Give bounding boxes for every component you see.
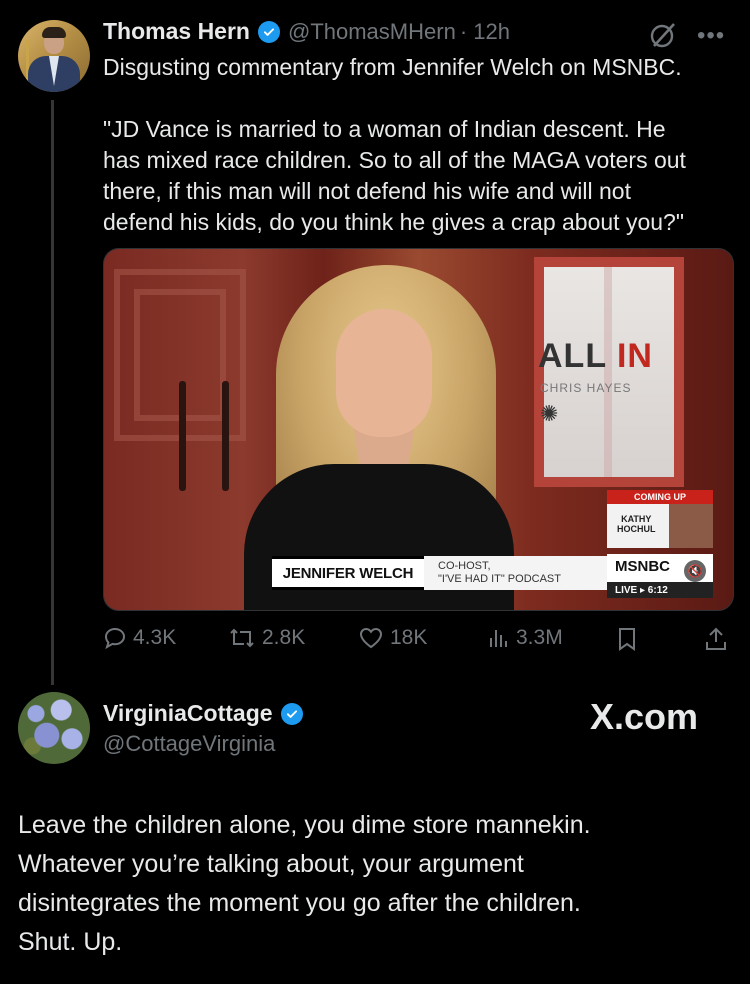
show-logo: ALL IN (538, 337, 653, 375)
video-player[interactable]: ALL IN CHRIS HAYES ✺ JENNIFER WELCH CO-H… (103, 248, 734, 611)
tweet-text: Disgusting commentary from Jennifer Welc… (103, 54, 682, 80)
more-icon[interactable]: ••• (697, 22, 725, 50)
peacock-icon: ✺ (540, 401, 559, 426)
like-button[interactable]: 18K (358, 626, 427, 650)
views-count: 3.3M (516, 626, 563, 649)
share-icon (706, 627, 726, 650)
author-name[interactable]: Thomas Hern (103, 18, 250, 45)
coming-up-label: COMING UP (607, 490, 713, 504)
reply-icon (104, 627, 126, 650)
repost-button[interactable]: 2.8K (228, 626, 305, 650)
thread-line (51, 100, 54, 685)
like-icon (359, 627, 383, 649)
tweet-header: Thomas Hern @ThomasMHern · 12h (103, 18, 510, 45)
bookmark-button[interactable] (616, 626, 638, 652)
views-button[interactable]: 3.3M (488, 626, 563, 650)
grok-icon[interactable] (648, 20, 678, 55)
author-avatar[interactable] (18, 20, 90, 92)
bookmark-icon (619, 628, 635, 651)
verified-icon (280, 702, 303, 725)
guest-name: JENNIFER WELCH (272, 556, 424, 590)
mute-icon[interactable]: 🔇 (684, 560, 706, 582)
tweet-time[interactable]: · 12h (460, 19, 510, 45)
reply-handle[interactable]: @CottageVirginia (103, 731, 275, 757)
reply-text: Leave the children alone, you dime store… (18, 811, 591, 956)
repost-icon (230, 628, 254, 648)
reply-avatar[interactable] (18, 692, 90, 764)
live-indicator: LIVE ▸ 6:12 (607, 582, 713, 598)
show-host: CHRIS HAYES (540, 381, 632, 395)
views-icon (490, 630, 507, 647)
guest-title: CO-HOST, "I'VE HAD IT" PODCAST (438, 560, 561, 585)
like-count: 18K (390, 626, 428, 649)
coming-up-card: KATHY HOCHUL (607, 504, 713, 548)
reply-button[interactable]: 4.3K (103, 626, 176, 650)
reply-header: VirginiaCottage (103, 700, 303, 727)
reply-count: 4.3K (133, 626, 177, 649)
author-handle[interactable]: @ThomasMHern (288, 19, 456, 45)
repost-count: 2.8K (262, 626, 306, 649)
x-watermark: X.com (590, 696, 699, 737)
share-button[interactable] (704, 626, 728, 652)
reply-author-name[interactable]: VirginiaCottage (103, 700, 273, 727)
tweet-quote: "JD Vance is married to a woman of India… (103, 116, 686, 235)
verified-icon (257, 20, 280, 43)
